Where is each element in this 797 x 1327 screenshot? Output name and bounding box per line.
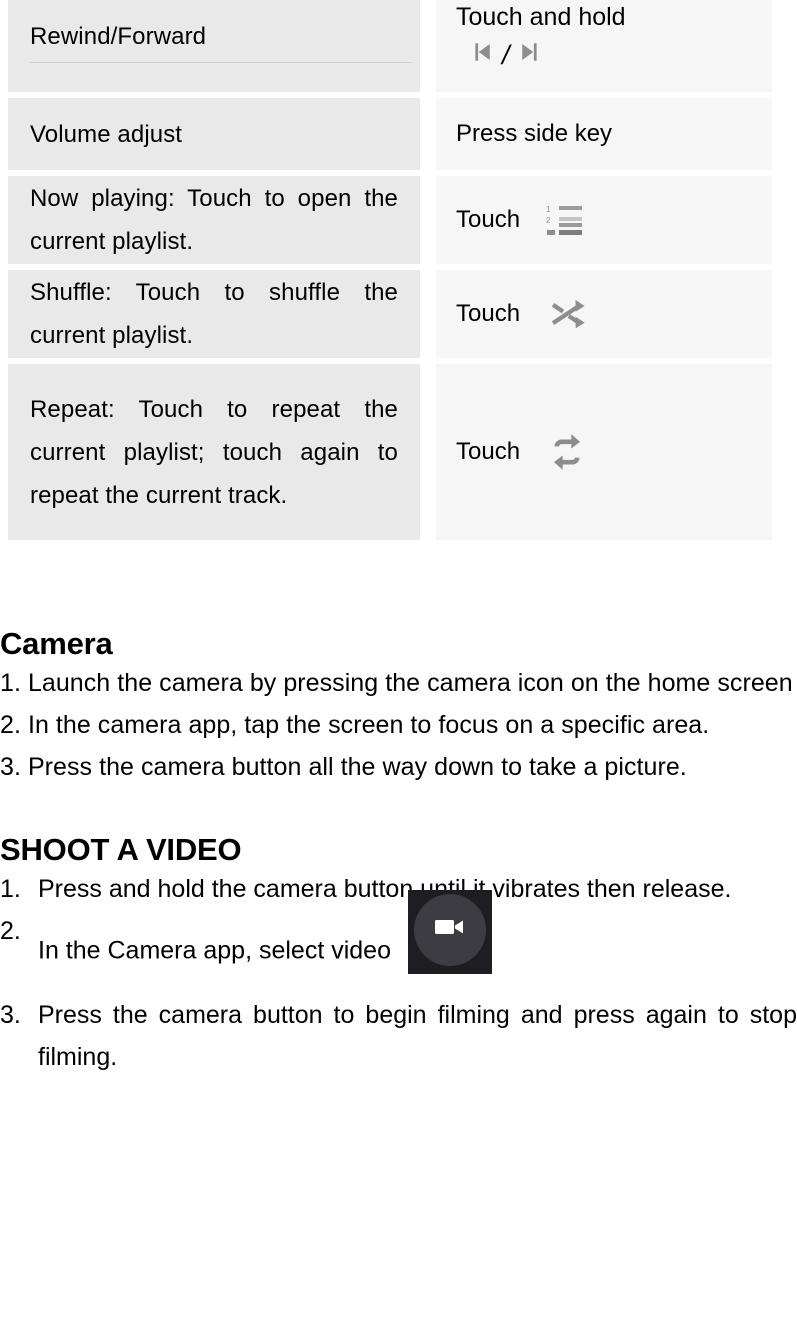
camera-step-3: 3. Press the camera button all the way d… <box>0 753 687 781</box>
table-cell-action: Shuffle: Touch to shuffle the current pl… <box>8 270 420 358</box>
gesture-label: Touch <box>456 300 521 327</box>
table-row: Rewind/Forward Touch and hold / <box>8 0 772 92</box>
table-cell-gesture: Touch 1 2 <box>436 176 772 264</box>
table-row: Now playing: Touch to open the current p… <box>8 176 772 264</box>
next-track-icon <box>516 37 546 67</box>
gesture-label: Press side key <box>456 120 613 147</box>
list-text: Press the camera button to begin filming… <box>38 1001 797 1071</box>
table-cell-action: Repeat: Touch to repeat the current play… <box>8 364 420 540</box>
table-cell-action: Rewind/Forward <box>8 0 420 92</box>
camcorder-glyph <box>433 911 467 953</box>
list-item: 3. Press the camera button to begin film… <box>0 994 797 1078</box>
gesture-label: Touch <box>456 206 521 233</box>
table-cell-action: Now playing: Touch to open the current p… <box>8 176 420 264</box>
gesture-label: Touch <box>456 438 521 465</box>
document-body: Camera 1. Launch the camera by pressing … <box>0 568 797 1078</box>
table-row: Repeat: Touch to repeat the current play… <box>8 364 772 540</box>
icon-separator: / <box>502 40 510 70</box>
action-label: Repeat: Touch to repeat the current play… <box>30 395 398 509</box>
camera-step-2: 2. In the camera app, tap the screen to … <box>0 711 710 739</box>
table-cell-gesture: Press side key <box>436 98 772 170</box>
table-row: Volume adjust Press side key <box>8 98 772 170</box>
table-cell-gesture: Touch <box>436 364 772 540</box>
list-item: 1. Press and hold the camera button unti… <box>0 868 797 910</box>
table-cell-gesture: Touch <box>436 270 772 358</box>
svg-text:2: 2 <box>546 216 551 225</box>
shuffle-icon <box>546 294 590 334</box>
media-controls-table: Rewind/Forward Touch and hold / Volume a… <box>8 0 772 546</box>
table-cell-gesture: Touch and hold / <box>436 0 772 92</box>
table-row: Shuffle: Touch to shuffle the current pl… <box>8 270 772 358</box>
cell-separator-line <box>30 62 412 63</box>
list-number: 1. <box>0 875 21 903</box>
list-number: 2. <box>0 917 21 945</box>
list-number: 3. <box>0 1001 21 1029</box>
page-title-shoot-a-video: SHOOT A VIDEO <box>0 832 242 867</box>
previous-track-icon <box>466 37 496 67</box>
playlist-icon: 1 2 <box>546 203 584 237</box>
gesture-label: Touch and hold <box>456 3 626 31</box>
list-text: Press and hold the camera button until i… <box>38 875 732 903</box>
camera-step-1: 1. Launch the camera by pressing the cam… <box>0 669 793 697</box>
svg-text:1: 1 <box>546 205 551 214</box>
action-label: Shuffle: Touch to shuffle the current pl… <box>30 279 398 349</box>
repeat-icon <box>546 432 588 472</box>
table-cell-action: Volume adjust <box>8 98 420 170</box>
page-title-camera: Camera <box>0 626 113 661</box>
list-item: 2. In the Camera app, select video <box>0 890 797 994</box>
action-label: Rewind/Forward <box>30 23 207 50</box>
action-label: Now playing: Touch to open the current p… <box>30 185 398 255</box>
transport-icons: / <box>456 36 546 70</box>
video-camera-button-icon <box>407 890 492 974</box>
list-text: In the Camera app, select video <box>38 936 391 965</box>
action-label: Volume adjust <box>30 120 183 148</box>
shoot-video-steps: 1. Press and hold the camera button unti… <box>0 868 797 1078</box>
